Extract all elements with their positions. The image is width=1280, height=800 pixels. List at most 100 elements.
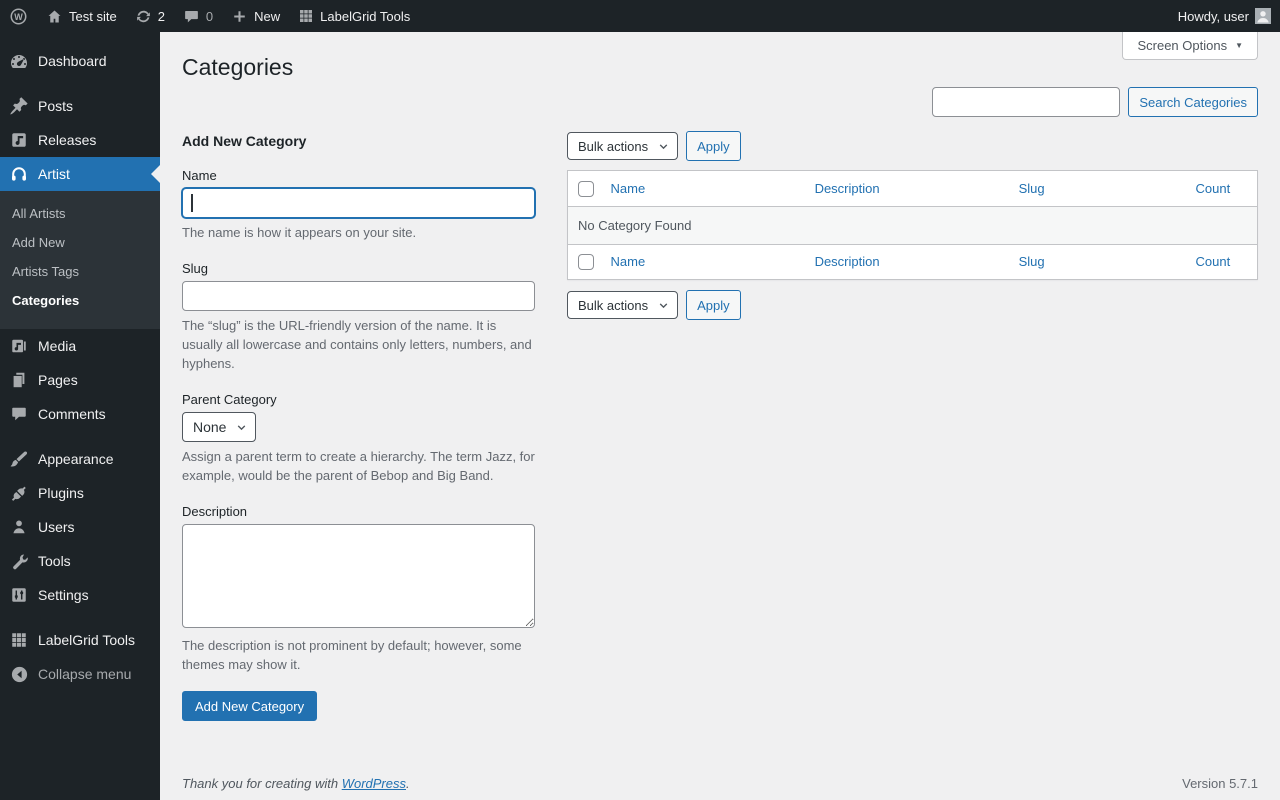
grid-icon	[298, 8, 314, 24]
screen-options-label: Screen Options	[1137, 38, 1228, 53]
wordpress-link[interactable]: WordPress	[342, 776, 406, 791]
apply-button-bottom[interactable]: Apply	[686, 290, 741, 321]
home-icon	[46, 8, 63, 25]
slug-field[interactable]	[182, 281, 535, 311]
description-help-text: The description is not prominent by defa…	[182, 638, 522, 672]
column-header-description[interactable]: Description	[815, 181, 880, 196]
pages-icon	[9, 370, 29, 390]
footer: Thank you for creating with WordPress. V…	[182, 776, 1258, 791]
sidebar-item-tools[interactable]: Tools	[0, 544, 160, 578]
page-title: Categories	[182, 54, 294, 80]
description-label: Description	[182, 504, 248, 519]
admin-bar-updates[interactable]: 2	[126, 0, 174, 32]
admin-bar-new[interactable]: New	[222, 0, 289, 32]
categories-table: Name Description Slug Count No Category …	[567, 170, 1258, 281]
admin-bar-labelgrid[interactable]: LabelGrid Tools	[289, 0, 419, 32]
parent-help-text: Assign a parent term to create a hierarc…	[182, 449, 535, 483]
admin-bar-labelgrid-label: LabelGrid Tools	[320, 8, 411, 24]
categories-table-section: Bulk actions Apply Name Description Slug…	[567, 125, 1258, 321]
brush-icon	[9, 449, 29, 469]
admin-bar-site-label: Test site	[69, 8, 117, 24]
slug-label: Slug	[182, 261, 209, 276]
column-footer-name[interactable]: Name	[611, 254, 646, 269]
name-label: Name	[182, 168, 217, 183]
comment-icon	[9, 404, 29, 424]
select-all-checkbox-top[interactable]	[578, 180, 594, 197]
bulk-actions-value: Bulk actions	[578, 297, 649, 313]
bulk-actions-select-top[interactable]: Bulk actions	[567, 132, 679, 160]
sidebar-item-pages[interactable]: Pages	[0, 363, 160, 397]
column-header-count[interactable]: Count	[1196, 181, 1231, 196]
apply-button-top[interactable]: Apply	[686, 131, 741, 161]
chevron-down-icon	[658, 300, 669, 311]
wrench-icon	[9, 551, 29, 571]
parent-category-value: None	[193, 419, 227, 435]
admin-bar-comments[interactable]: 0	[174, 0, 222, 32]
footer-version: Version 5.7.1	[1182, 776, 1258, 791]
sidebar-item-label: Pages	[38, 372, 78, 388]
headphones-icon	[9, 164, 29, 184]
sidebar-item-label: Settings	[38, 587, 89, 603]
svg-text:W: W	[14, 11, 23, 21]
sidebar-item-label: Comments	[38, 406, 106, 422]
table-row: No Category Found	[567, 206, 1258, 245]
add-category-form: Add New Category Name The name is how it…	[182, 125, 535, 721]
admin-bar-site[interactable]: Test site	[37, 0, 126, 32]
sidebar-collapse-menu[interactable]: Collapse menu	[0, 657, 160, 691]
submenu-item-artists-tags[interactable]: Artists Tags	[0, 257, 160, 286]
parent-category-select[interactable]: None	[182, 412, 257, 442]
column-footer-slug[interactable]: Slug	[1019, 254, 1045, 269]
sidebar-item-media[interactable]: Media	[0, 329, 160, 363]
sidebar-item-label: Posts	[38, 98, 74, 114]
column-footer-description[interactable]: Description	[815, 254, 880, 269]
chevron-down-icon: ▼	[1235, 41, 1243, 50]
screen-options-button[interactable]: Screen Options ▼	[1122, 32, 1258, 60]
search-categories-button[interactable]: Search Categories	[1128, 87, 1258, 117]
comment-bubble-icon	[183, 8, 200, 25]
sidebar-item-settings[interactable]: Settings	[0, 578, 160, 612]
column-footer-count[interactable]: Count	[1196, 254, 1231, 269]
sidebar-item-label: Artist	[38, 166, 70, 182]
sidebar-item-appearance[interactable]: Appearance	[0, 442, 160, 476]
sidebar-item-plugins[interactable]: Plugins	[0, 476, 160, 510]
submenu-item-add-new[interactable]: Add New	[0, 228, 160, 257]
sidebar-item-labelgrid-tools[interactable]: LabelGrid Tools	[0, 623, 160, 657]
submenu-item-all-artists[interactable]: All Artists	[0, 199, 160, 228]
sidebar-item-users[interactable]: Users	[0, 510, 160, 544]
select-all-checkbox-bottom[interactable]	[578, 254, 594, 271]
artist-submenu: All Artists Add New Artists Tags Categor…	[0, 191, 160, 329]
column-header-name[interactable]: Name	[611, 181, 646, 196]
name-help-text: The name is how it appears on your site.	[182, 225, 417, 240]
description-field[interactable]	[182, 524, 535, 628]
submenu-item-categories[interactable]: Categories	[0, 286, 160, 315]
column-header-slug[interactable]: Slug	[1019, 181, 1045, 196]
admin-bar-my-account[interactable]: Howdy, user	[1169, 0, 1280, 32]
howdy-text: Howdy, user	[1177, 8, 1249, 24]
sidebar-item-artist[interactable]: Artist	[0, 157, 160, 191]
chevron-down-icon	[658, 141, 669, 152]
admin-bar: W Test site 2 0 New LabelGrid Tools Howd…	[0, 0, 1280, 32]
empty-message: No Category Found	[567, 206, 1258, 245]
footer-thanks: Thank you for creating with WordPress.	[182, 776, 410, 791]
form-heading: Add New Category	[182, 133, 307, 149]
sidebar-item-posts[interactable]: Posts	[0, 89, 160, 123]
add-new-category-button[interactable]: Add New Category	[182, 691, 318, 721]
sidebar-item-label: Collapse menu	[38, 666, 132, 682]
sidebar-item-dashboard[interactable]: Dashboard	[0, 44, 160, 78]
wordpress-logo-icon: W	[9, 7, 28, 26]
sliders-icon	[9, 585, 29, 605]
sidebar-item-releases[interactable]: Releases	[0, 123, 160, 157]
sidebar-item-label: Dashboard	[38, 53, 107, 69]
bulk-actions-select-bottom[interactable]: Bulk actions	[567, 291, 679, 320]
pin-icon	[9, 96, 29, 116]
name-field[interactable]	[182, 188, 535, 218]
sidebar-item-comments[interactable]: Comments	[0, 397, 160, 431]
comment-count: 0	[205, 8, 214, 24]
sidebar-item-label: Appearance	[38, 451, 114, 467]
search-input[interactable]	[932, 87, 1121, 117]
dashboard-icon	[9, 51, 29, 71]
sidebar-item-label: LabelGrid Tools	[38, 632, 136, 648]
wp-logo-menu[interactable]: W	[0, 0, 37, 32]
sidebar-item-label: Releases	[38, 132, 97, 148]
slug-help-text: The “slug” is the URL-friendly version o…	[182, 318, 532, 371]
